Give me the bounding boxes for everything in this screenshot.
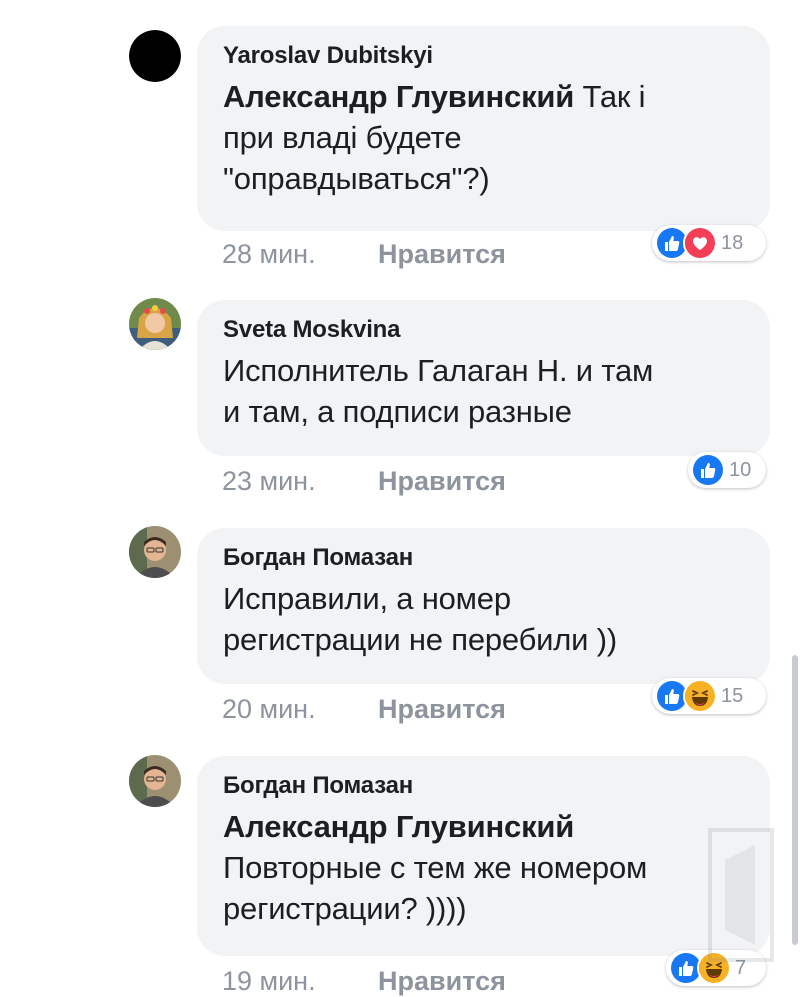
like-button[interactable]: Нравится xyxy=(378,965,506,997)
comment-time[interactable]: 19 мин. xyxy=(222,965,316,997)
scrollbar[interactable] xyxy=(792,655,798,945)
comment-text: Александр Глувинский Повторные с тем же … xyxy=(223,806,744,929)
comment-time[interactable]: 28 мин. xyxy=(222,238,316,270)
woman-photo-avatar-icon xyxy=(129,298,181,350)
like-button[interactable]: Нравится xyxy=(378,693,506,725)
comment-meta: 20 мин. Нравится xyxy=(222,693,506,725)
comment-text-line: Исправили, а номер xyxy=(223,581,511,616)
comment-text-line: Так і xyxy=(574,79,646,114)
love-icon xyxy=(683,226,717,260)
comment-time[interactable]: 20 мин. xyxy=(222,693,316,725)
comment-bubble: Yaroslav Dubitskyi Александр Глувинский … xyxy=(197,26,770,231)
comment-text: Исполнитель Галаган Н. и там и там, а по… xyxy=(223,350,744,432)
comment-text: Исправили, а номер регистрации не переби… xyxy=(223,578,744,660)
comment-author[interactable]: Богдан Помазан xyxy=(223,544,744,572)
comment-bubble: Sveta Moskvina Исполнитель Галаган Н. и … xyxy=(197,300,770,456)
comment-bubble: Богдан Помазан Исправили, а номер регист… xyxy=(197,528,770,684)
like-button[interactable]: Нравится xyxy=(378,465,506,497)
avatar[interactable] xyxy=(129,755,181,807)
like-icon xyxy=(691,453,725,487)
comment-author[interactable]: Sveta Moskvina xyxy=(223,316,744,344)
comment-text-line: Повторные с тем же номером xyxy=(223,850,648,885)
comment-text-line: "оправдываться"?) xyxy=(223,161,490,196)
comment-text-line: регистрации не перебили )) xyxy=(223,622,617,657)
avatar[interactable] xyxy=(129,30,181,82)
comment-meta: 28 мин. Нравится xyxy=(222,238,506,270)
man-photo-avatar-icon xyxy=(129,526,181,578)
mention-link[interactable]: Александр Глувинский xyxy=(223,79,574,114)
comment-text-line: Исполнитель Галаган Н. и там xyxy=(223,353,654,388)
mention-link[interactable]: Александр Глувинский xyxy=(223,809,574,844)
comment-time[interactable]: 23 мин. xyxy=(222,465,316,497)
haha-icon xyxy=(683,679,717,713)
reaction-summary[interactable]: 10 xyxy=(688,452,766,488)
avatar[interactable] xyxy=(129,526,181,578)
reaction-count: 10 xyxy=(729,458,752,481)
comment-text: Александр Глувинский Так і при владі буд… xyxy=(223,76,744,199)
comment-text-line: и там, а подписи разные xyxy=(223,394,572,429)
comment-meta: 19 мин. Нравится xyxy=(222,965,506,997)
comment-text-line: при владі будете xyxy=(223,120,462,155)
comment-text-line: регистрации? )))) xyxy=(223,891,467,926)
reaction-count: 18 xyxy=(721,231,744,254)
reaction-summary[interactable]: 15 xyxy=(652,678,766,714)
black-circle-avatar-icon xyxy=(129,30,181,82)
man-photo-avatar-icon xyxy=(129,755,181,807)
comment-author[interactable]: Yaroslav Dubitskyi xyxy=(223,42,744,70)
like-button[interactable]: Нравится xyxy=(378,238,506,270)
comment-author[interactable]: Богдан Помазан xyxy=(223,772,744,800)
avatar[interactable] xyxy=(129,298,181,350)
comment-meta: 23 мин. Нравится xyxy=(222,465,506,497)
watermark-logo-icon xyxy=(708,828,774,962)
reaction-count: 15 xyxy=(721,684,744,707)
comment-bubble: Богдан Помазан Александр Глувинский Повт… xyxy=(197,756,770,956)
reaction-summary[interactable]: 18 xyxy=(652,225,766,261)
